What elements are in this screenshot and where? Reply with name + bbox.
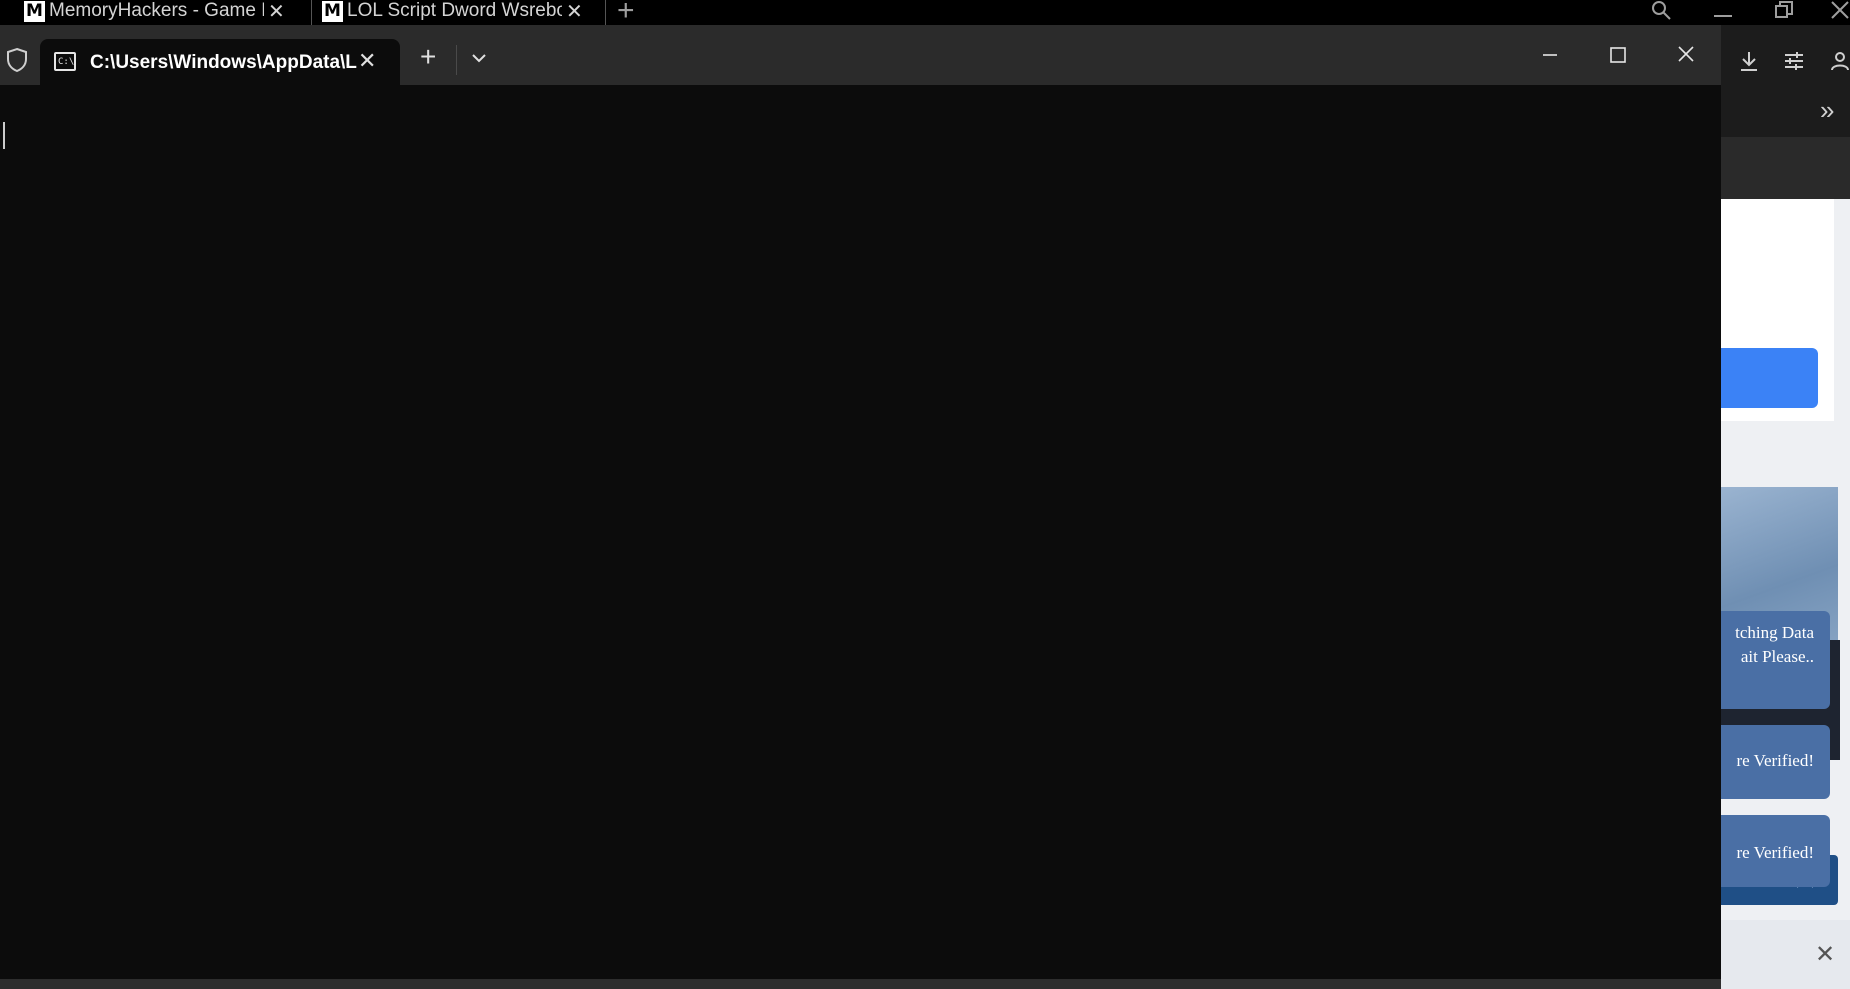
chevron-down-icon[interactable]	[470, 52, 488, 64]
browser-tab-lol-script[interactable]: M LOL Script Dword Wsreborn ✕	[322, 0, 583, 22]
tab-divider	[311, 0, 312, 25]
memoryhackers-favicon-icon: M	[24, 0, 45, 22]
profile-icon[interactable]	[1830, 49, 1850, 73]
close-icon[interactable]: ✕	[566, 0, 583, 23]
toolbar-overflow-icon[interactable]: »	[1820, 95, 1834, 126]
terminal-output-area[interactable]	[0, 85, 1721, 979]
desktop-bottom-strip	[0, 979, 1721, 989]
shield-icon[interactable]	[6, 47, 28, 73]
terminal-window: C:\ C:\Users\Windows\AppData\L ✕ +	[0, 25, 1721, 979]
browser-nav-band	[1700, 137, 1850, 199]
browser-minimize-icon[interactable]	[1712, 0, 1734, 22]
browser-toolbar: »	[1700, 25, 1850, 137]
close-icon[interactable]: ✕	[358, 48, 376, 74]
maximize-icon[interactable]	[1598, 41, 1638, 71]
browser-new-tab-button[interactable]: +	[617, 0, 635, 28]
window-close-icon[interactable]	[1666, 41, 1706, 71]
download-icon[interactable]	[1737, 49, 1761, 73]
tab-divider	[605, 0, 606, 25]
browser-tab-title: MemoryHackers - Game Hacking	[49, 0, 264, 21]
new-tab-button[interactable]: +	[420, 43, 436, 71]
search-icon[interactable]	[1650, 0, 1674, 22]
terminal-title-bar[interactable]: C:\ C:\Users\Windows\AppData\L ✕ +	[0, 25, 1721, 85]
close-icon[interactable]: ✕	[1815, 940, 1835, 969]
text-cursor	[3, 122, 5, 149]
browser-close-icon[interactable]	[1830, 0, 1850, 22]
minimize-icon[interactable]	[1530, 41, 1570, 71]
browser-restore-icon[interactable]	[1773, 0, 1795, 22]
terminal-tab[interactable]: C:\ C:\Users\Windows\AppData\L ✕	[40, 39, 400, 85]
tab-divider	[456, 45, 457, 75]
memoryhackers-favicon-icon: M	[322, 0, 343, 22]
browser-tab-title: LOL Script Dword Wsreborn	[347, 0, 562, 21]
browser-tab-memoryhackers[interactable]: M MemoryHackers - Game Hacking ✕	[24, 0, 285, 22]
close-icon[interactable]: ✕	[268, 0, 285, 23]
terminal-tab-title: C:\Users\Windows\AppData\L	[90, 52, 357, 73]
browser-tab-strip: M MemoryHackers - Game Hacking ✕ M LOL S…	[0, 0, 1850, 28]
settings-sliders-icon[interactable]	[1782, 49, 1806, 73]
command-prompt-icon: C:\	[54, 52, 76, 71]
